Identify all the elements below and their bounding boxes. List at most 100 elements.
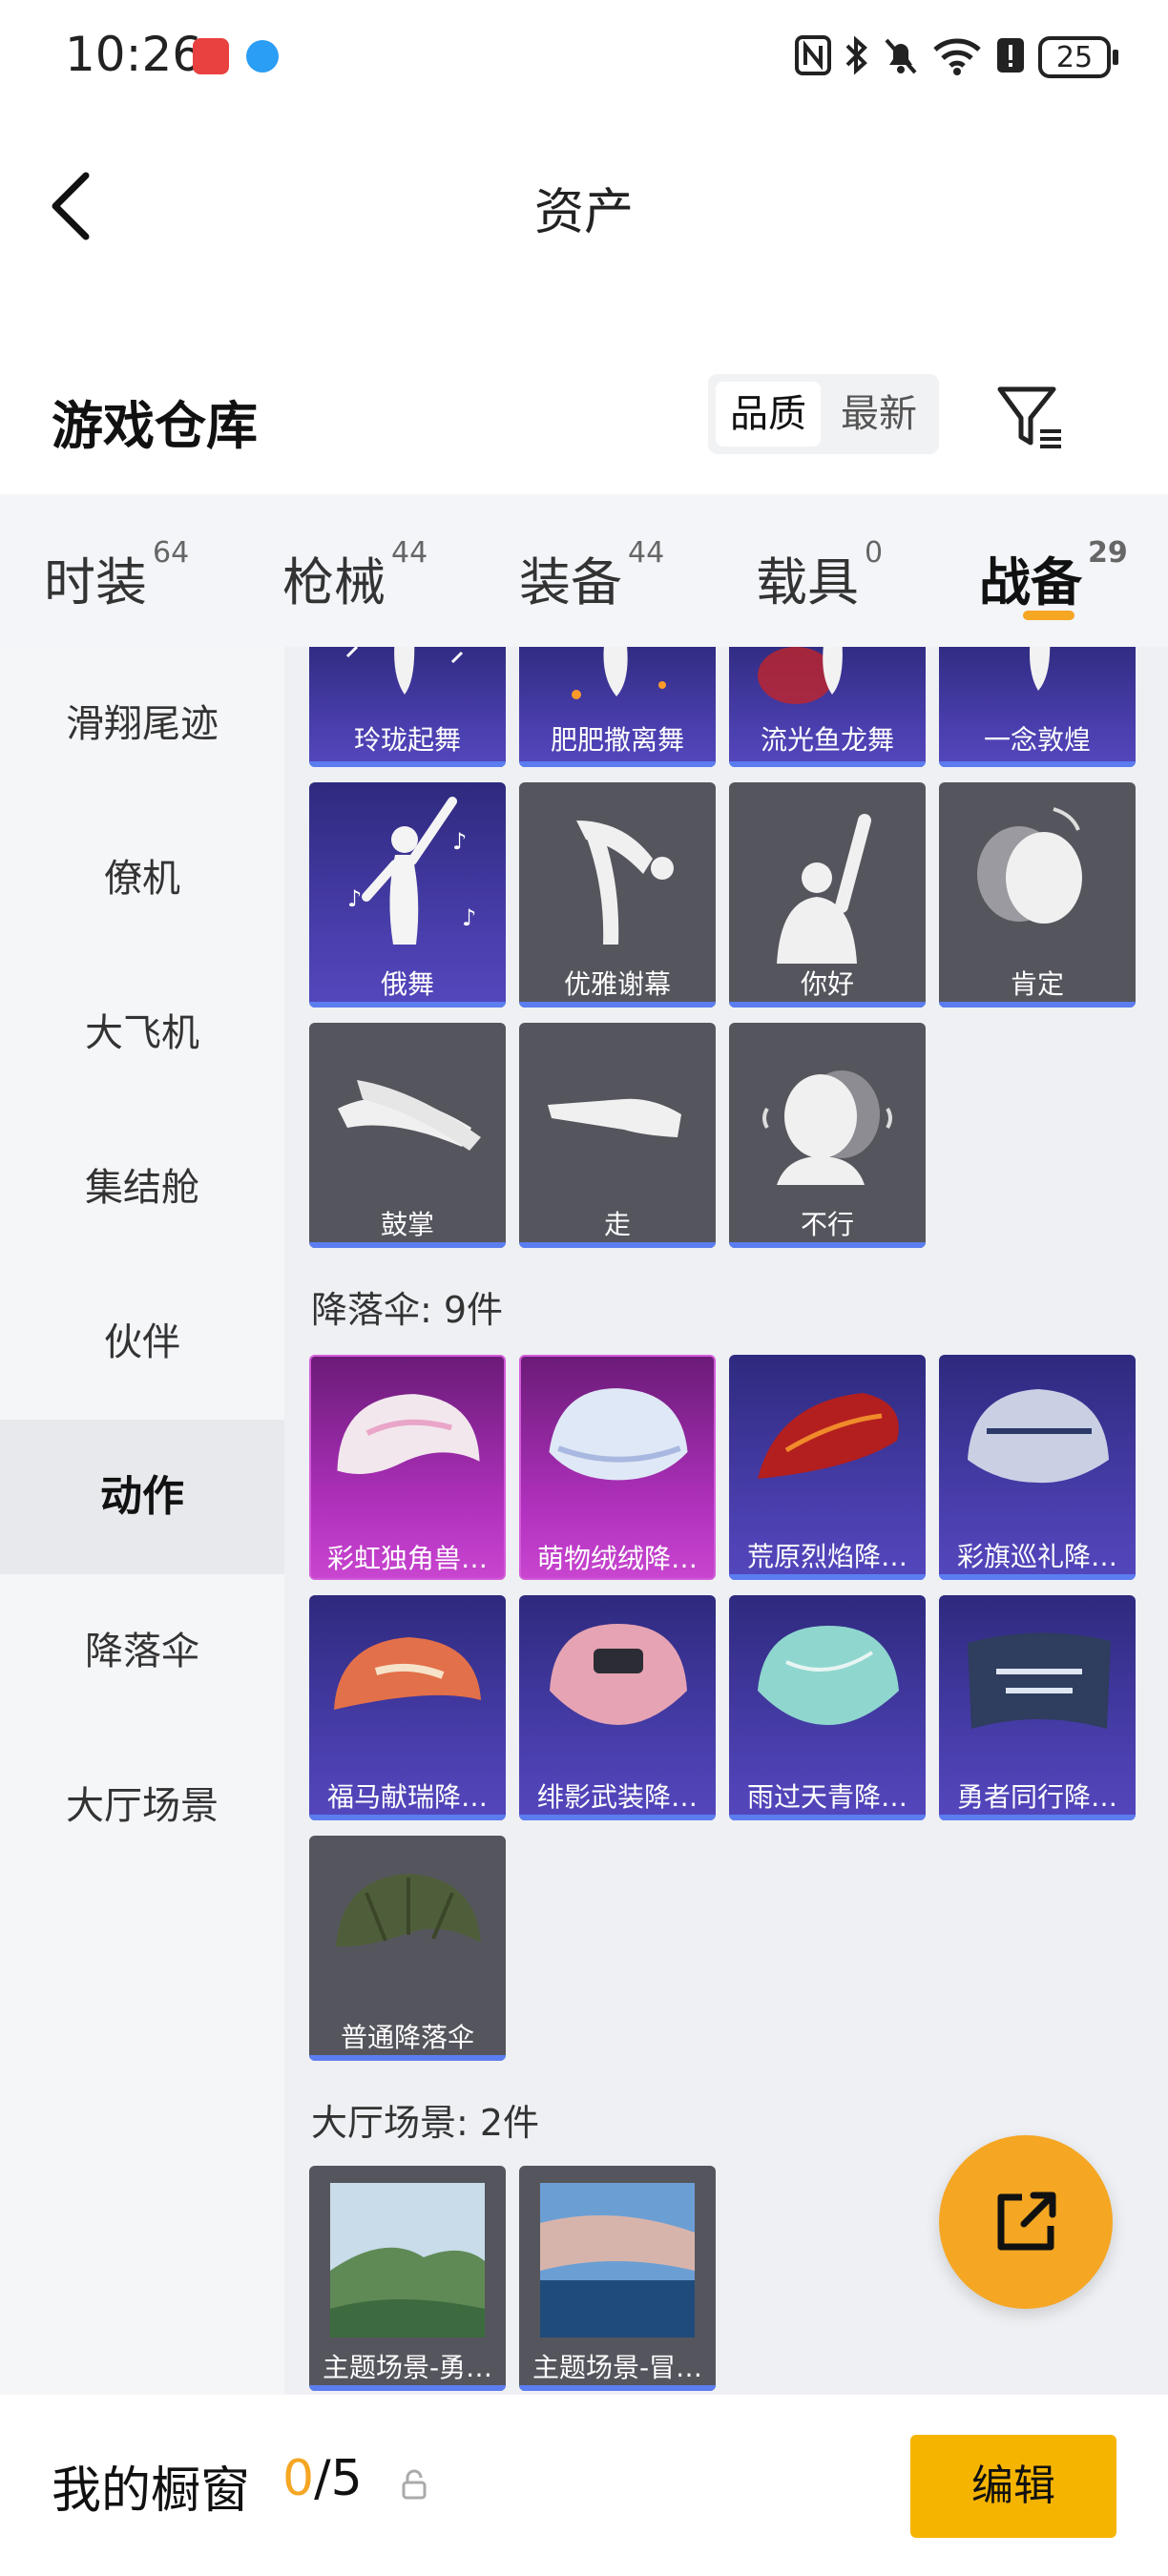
item-card[interactable]: 彩虹独角兽… — [309, 1355, 506, 1580]
sidebar-item-partner[interactable]: 伙伴 — [0, 1265, 284, 1420]
sidebar-item-big-plane[interactable]: 大飞机 — [0, 956, 284, 1111]
item-card[interactable]: 普通降落伞 — [309, 1836, 506, 2061]
sidebar-item-wingman[interactable]: 僚机 — [0, 801, 284, 956]
category-tabs: 时装 64 枪械 44 装备 44 载具 0 战备 29 — [0, 494, 1168, 647]
parachute-heading: 降落伞: 9件 — [311, 1289, 504, 1331]
warehouse-title: 游戏仓库 — [52, 396, 258, 456]
item-card[interactable]: 肥肥撒离舞 — [519, 647, 716, 767]
item-label: 荒原烈焰降… — [746, 1541, 907, 1572]
edit-button[interactable]: 编辑 — [910, 2435, 1116, 2538]
item-card[interactable]: 勇者同行降… — [939, 1595, 1136, 1820]
item-label: 彩虹独角兽… — [326, 1543, 488, 1574]
tab-equipment[interactable]: 装备 44 — [519, 536, 664, 615]
active-tab-indicator — [1023, 611, 1074, 620]
dancer-icon — [1030, 647, 1051, 691]
sidebar-item-parachute[interactable]: 降落伞 — [0, 1574, 284, 1729]
lock-icon — [399, 2469, 429, 2500]
dancer-icon — [572, 647, 666, 699]
sidebar-item-actions[interactable]: 动作 — [0, 1420, 284, 1574]
svg-text:♪: ♪ — [347, 885, 362, 912]
rarity-bar — [519, 1242, 716, 1248]
item-card[interactable]: 绯影武装降… — [519, 1595, 716, 1820]
rarity-bar — [729, 761, 926, 767]
sort-quality-option[interactable]: 品质 — [716, 382, 821, 447]
bluetooth-icon — [844, 34, 870, 80]
rarity-bar — [519, 1815, 716, 1820]
tab-count: 44 — [628, 536, 665, 570]
item-card[interactable]: 福马献瑞降… — [309, 1595, 506, 1820]
parachute-icon — [968, 1389, 1109, 1484]
item-card[interactable]: 彩旗巡礼降… — [939, 1355, 1136, 1580]
item-card[interactable]: ♪ ♪ ♪ 俄舞 — [309, 782, 506, 1008]
tab-count: 44 — [391, 536, 428, 570]
clap-hands-icon — [338, 1080, 481, 1151]
parachute-icon — [337, 1394, 480, 1475]
tab-count: 0 — [865, 536, 884, 570]
parachute-icon — [758, 1626, 899, 1725]
item-label: 肥肥撒离舞 — [550, 724, 684, 756]
parachute-icon — [968, 1632, 1111, 1729]
tab-fashion[interactable]: 时装 64 — [44, 536, 189, 615]
wifi-icon — [931, 34, 983, 80]
item-label: 一念敦煌 — [983, 724, 1091, 756]
item-card[interactable]: 主题场景-勇… — [309, 2166, 506, 2391]
item-card[interactable]: 流光鱼龙舞 — [729, 647, 926, 767]
page-title: 资产 — [533, 184, 634, 241]
sidebar: 滑翔尾迹 僚机 大飞机 集结舱 伙伴 动作 降落伞 大厅场景 — [0, 647, 284, 2395]
item-card[interactable]: 萌物绒绒降… — [519, 1355, 716, 1580]
item-label: 流光鱼龙舞 — [760, 724, 894, 756]
sidebar-item-glide-trail[interactable]: 滑翔尾迹 — [0, 647, 284, 801]
rarity-bar — [519, 1002, 716, 1008]
dance-pose-icon: ♪ ♪ ♪ — [347, 797, 476, 945]
rarity-bar — [309, 761, 506, 767]
item-grid: 玲珑起舞 肥肥撒离舞 流光鱼龙舞 一念敦煌 ♪ ♪ ♪ 俄舞 优雅谢幕 你好 肯… — [284, 647, 1168, 2395]
sort-latest-option[interactable]: 最新 — [826, 382, 931, 447]
item-card[interactable]: 不行 — [729, 1023, 926, 1248]
item-label: 不行 — [800, 1209, 854, 1240]
tab-vehicles[interactable]: 载具 0 — [756, 536, 883, 615]
tab-firearms[interactable]: 枪械 44 — [282, 536, 428, 615]
filter-button[interactable] — [992, 380, 1069, 456]
tab-label: 装备 — [519, 552, 622, 613]
point-hand-icon — [548, 1098, 681, 1137]
parachute-icon — [550, 1624, 687, 1725]
status-bar: 10:26 25 — [0, 0, 1168, 114]
item-card[interactable]: 主题场景-冒… — [519, 2166, 716, 2391]
sidebar-item-lobby-scene[interactable]: 大厅场景 — [0, 1729, 284, 1883]
share-button[interactable] — [939, 2135, 1113, 2309]
item-label: 福马献瑞降… — [326, 1781, 488, 1813]
item-card[interactable]: 肯定 — [939, 782, 1136, 1008]
item-label: 绯影武装降… — [536, 1781, 698, 1813]
status-icons: 25 — [794, 29, 1118, 86]
ocean-image — [540, 2183, 695, 2337]
parachute-icon — [549, 1388, 688, 1481]
nfc-icon — [794, 34, 832, 80]
rarity-bar — [939, 1002, 1136, 1008]
rarity-bar — [939, 1574, 1136, 1580]
tab-battle-gear[interactable]: 战备 29 — [979, 536, 1128, 615]
item-card[interactable]: 优雅谢幕 — [519, 782, 716, 1008]
item-label: 雨过天青降… — [746, 1781, 907, 1813]
item-card[interactable]: 雨过天青降… — [729, 1595, 926, 1820]
item-card[interactable]: 走 — [519, 1023, 716, 1248]
sort-toggle: 品质 最新 — [708, 374, 939, 454]
item-card[interactable]: 荒原烈焰降… — [729, 1355, 926, 1580]
item-card[interactable]: 一念敦煌 — [939, 647, 1136, 767]
item-label: 勇者同行降… — [956, 1781, 1117, 1813]
item-card[interactable]: 玲珑起舞 — [309, 647, 506, 767]
item-label: 主题场景-勇… — [322, 2352, 493, 2383]
item-label: 主题场景-冒… — [532, 2352, 703, 2383]
tab-label: 时装 — [44, 552, 147, 613]
rarity-bar — [729, 1574, 926, 1580]
rarity-bar — [309, 2385, 506, 2391]
shake-head-icon — [762, 1070, 892, 1185]
item-label: 彩旗巡礼降… — [956, 1541, 1117, 1572]
sidebar-item-assembly-pod[interactable]: 集结舱 — [0, 1111, 284, 1265]
parachute-icon — [336, 1874, 481, 1947]
parachute-icon — [758, 1393, 899, 1479]
alert-icon — [994, 34, 1027, 80]
item-card[interactable]: 你好 — [729, 782, 926, 1008]
rarity-bar — [309, 1815, 506, 1820]
item-card[interactable]: 鼓掌 — [309, 1023, 506, 1248]
item-label: 你好 — [800, 968, 854, 1000]
